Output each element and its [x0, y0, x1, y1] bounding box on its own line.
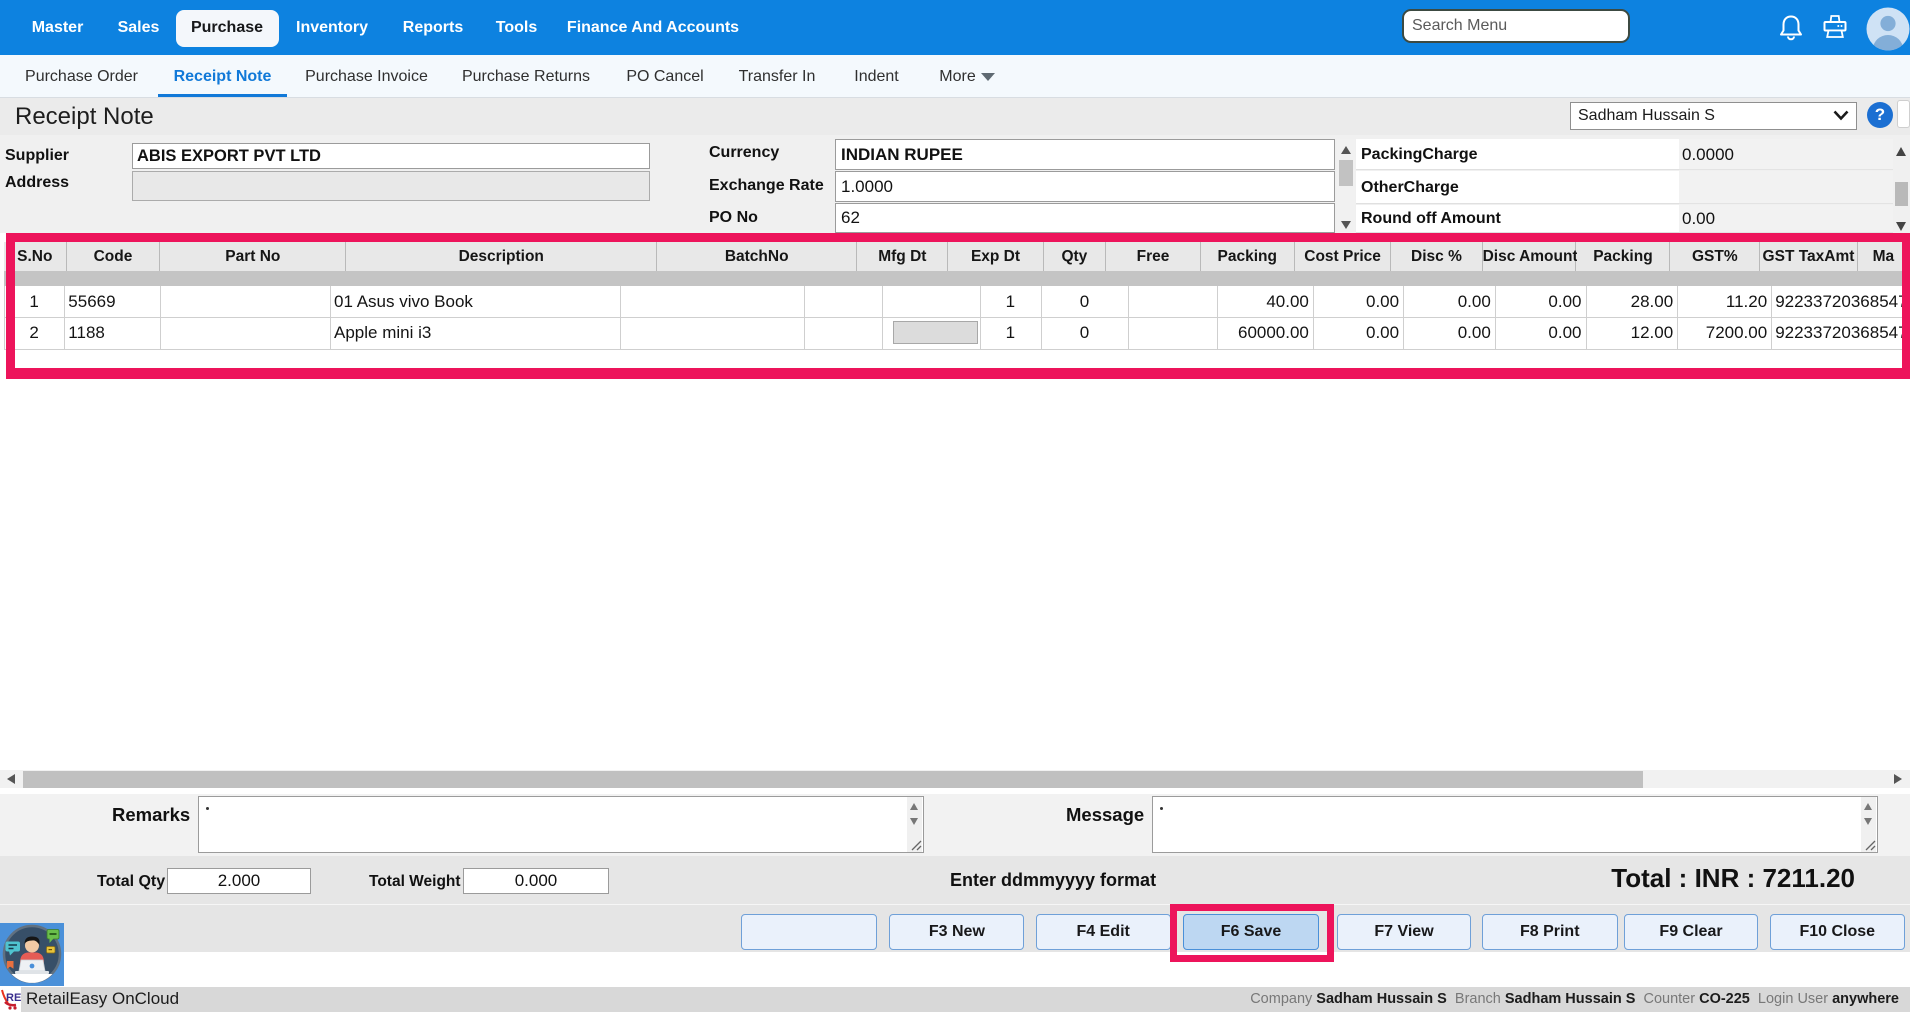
svg-text:RE: RE [6, 992, 21, 1004]
